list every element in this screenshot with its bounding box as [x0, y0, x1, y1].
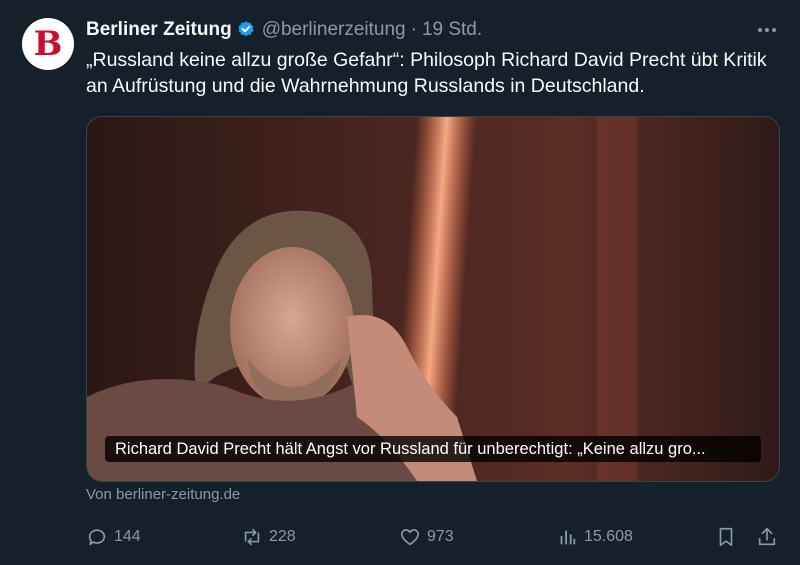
avatar-logo-letter: B: [33, 24, 63, 64]
bookmark-icon: [719, 527, 733, 547]
card-source-link[interactable]: Von berliner-zeitung.de: [86, 486, 240, 503]
like-count: 973: [427, 528, 454, 545]
heart-icon: [400, 529, 420, 546]
reply-icon: [88, 529, 106, 546]
tweet-header: Berliner Zeitung @berlinerzeitung · 19 S…: [86, 18, 482, 42]
bookmark-button[interactable]: [713, 524, 739, 550]
repost-count: 228: [269, 528, 296, 545]
views-count: 15.608: [584, 528, 633, 545]
views-icon: [560, 530, 576, 545]
like-button[interactable]: 973: [399, 524, 454, 550]
reply-button[interactable]: 144: [86, 524, 141, 550]
timestamp[interactable]: 19 Std.: [422, 19, 482, 41]
verified-badge-icon: [238, 21, 254, 37]
share-icon: [758, 527, 776, 546]
avatar[interactable]: B: [22, 18, 74, 70]
account-name[interactable]: Berliner Zeitung: [86, 19, 232, 41]
views-button[interactable]: 15.608: [556, 524, 633, 550]
share-button[interactable]: [754, 524, 780, 550]
account-handle[interactable]: @berlinerzeitung: [262, 19, 406, 41]
tweet-text: „Russland keine allzu große Gefahr“: Phi…: [86, 49, 767, 97]
separator: ·: [410, 19, 417, 40]
card-caption: Richard David Precht hält Angst vor Russ…: [105, 436, 761, 462]
action-bar: 144 228 973 15.608: [86, 524, 786, 550]
repost-button[interactable]: 228: [241, 524, 296, 550]
link-card[interactable]: [86, 116, 780, 482]
reply-count: 144: [114, 528, 141, 545]
more-icon[interactable]: [752, 18, 782, 42]
repost-icon: [244, 528, 260, 546]
article-photo: [87, 117, 779, 481]
